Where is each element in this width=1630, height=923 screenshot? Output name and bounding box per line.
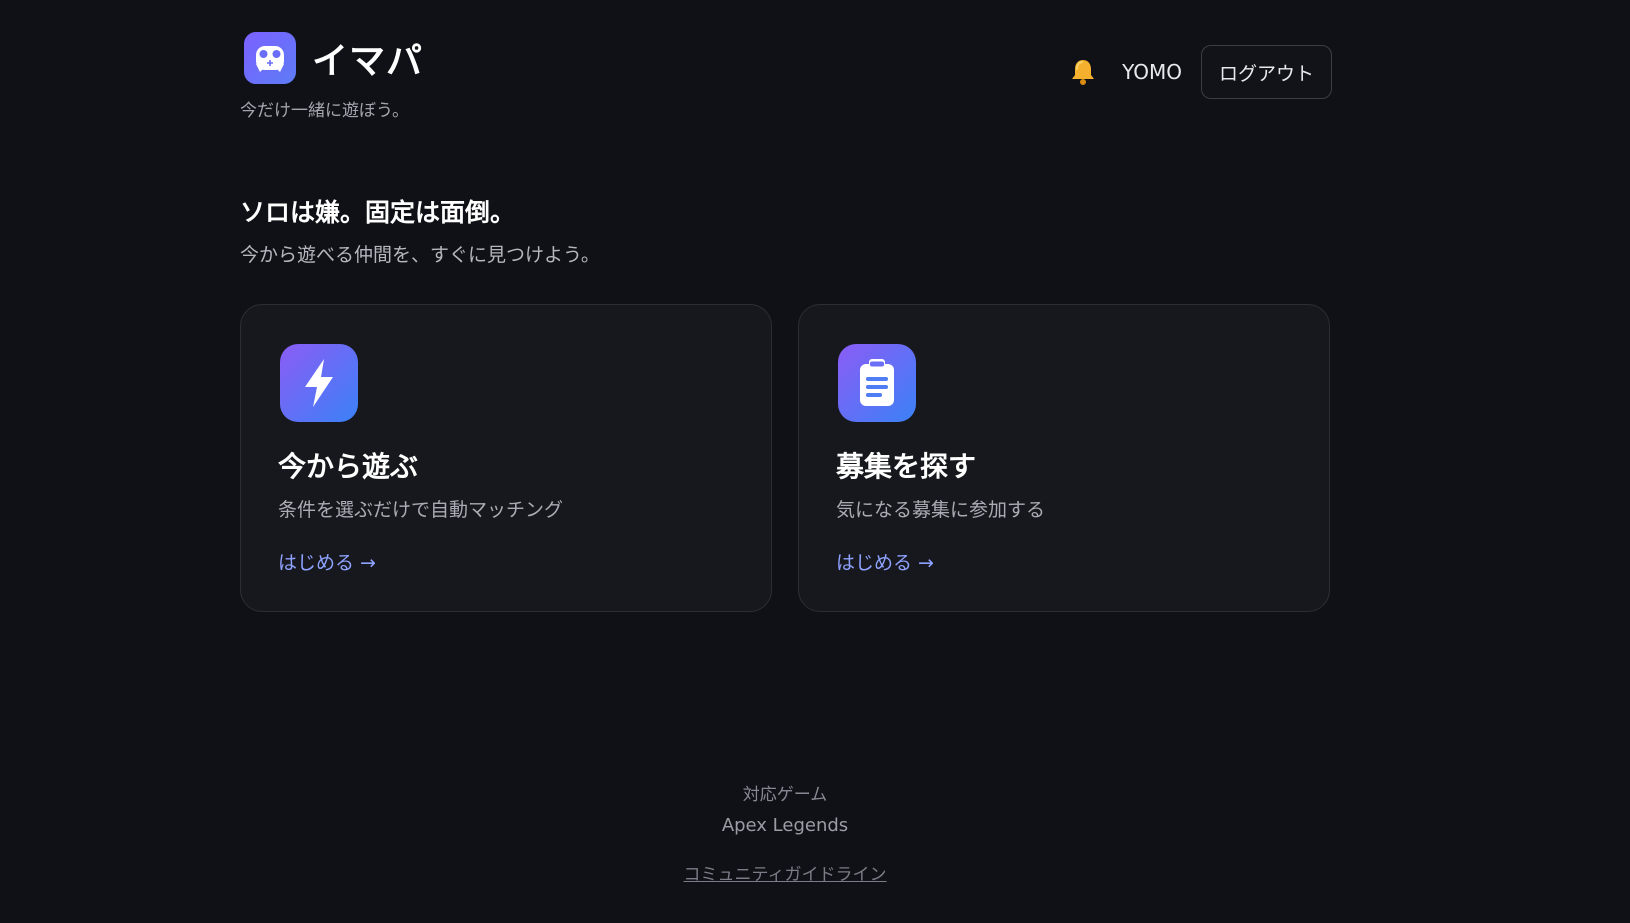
user-menu: YOMO ログアウト: [1066, 45, 1332, 99]
card-description: 条件を選ぶだけで自動マッチング: [278, 499, 564, 521]
footer: 対応ゲーム Apex Legends コミュニティガイドライン: [0, 780, 1570, 885]
logout-button[interactable]: ログアウト: [1200, 45, 1332, 99]
brand-name: イマパ: [312, 41, 424, 82]
hero-subtitle: 今から遊べる仲間を、すぐに見つけよう。: [240, 244, 600, 266]
start-link[interactable]: はじめる →: [278, 548, 376, 575]
header: イマパ 今だけ一緒に遊ぼう。 YOMO ログアウト: [240, 30, 1332, 121]
bell-icon[interactable]: [1066, 55, 1100, 89]
play-now-card[interactable]: 今から遊ぶ 条件を選ぶだけで自動マッチング はじめる →: [240, 304, 772, 612]
tagline: 今だけ一緒に遊ぼう。: [240, 101, 409, 121]
start-link[interactable]: はじめる →: [836, 548, 934, 575]
supported-game: Apex Legends: [721, 815, 849, 836]
brand[interactable]: イマパ: [244, 32, 423, 84]
username: YOMO: [1122, 60, 1182, 84]
hero-title: ソロは嫌。固定は面倒。: [240, 198, 516, 227]
community-guidelines-link[interactable]: コミュニティガイドライン: [684, 865, 887, 885]
supported-games-label: 対応ゲーム: [742, 785, 828, 805]
card-title: 募集を探す: [836, 450, 977, 483]
find-recruitment-card[interactable]: 募集を探す 気になる募集に参加する はじめる →: [798, 304, 1330, 612]
lightning-icon: [280, 344, 358, 422]
clipboard-icon: [838, 344, 916, 422]
gamepad-icon: [244, 32, 296, 84]
card-description: 気になる募集に参加する: [836, 499, 1046, 521]
page: イマパ 今だけ一緒に遊ぼう。 YOMO ログアウト ソロは嫌。固定は面倒。 今か…: [0, 0, 1630, 923]
card-title: 今から遊ぶ: [278, 450, 419, 483]
